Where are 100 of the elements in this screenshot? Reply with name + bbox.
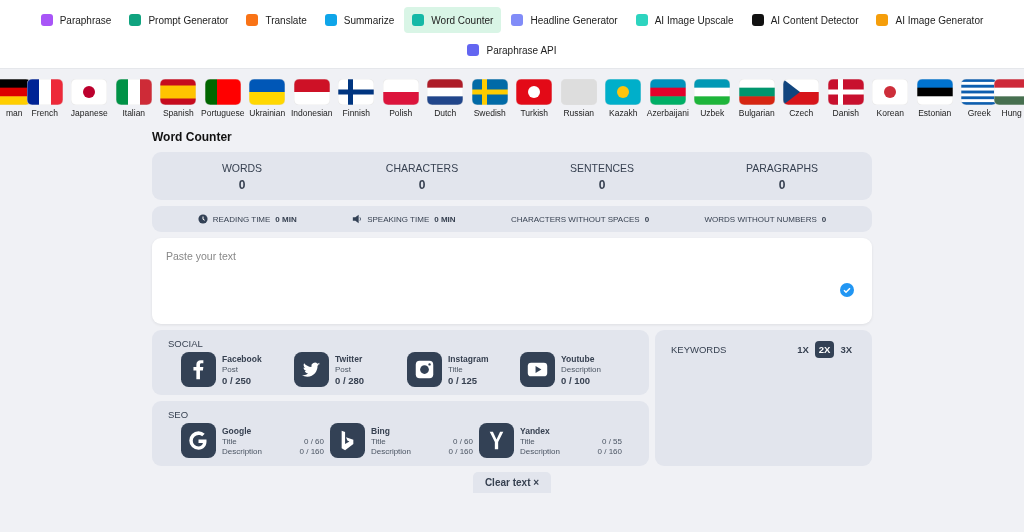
language-link[interactable]: Russian xyxy=(563,108,595,118)
language-link[interactable]: Estonian xyxy=(918,108,952,118)
language-link[interactable]: Spanish xyxy=(162,108,194,118)
language-link[interactable]: Indonesian xyxy=(290,108,333,118)
flag-icon[interactable] xyxy=(71,79,108,105)
nav-tab[interactable]: Translate xyxy=(238,7,315,33)
language-link[interactable]: Bulgarian xyxy=(738,108,775,118)
stat-value: 0 xyxy=(778,178,786,192)
field-label: Title xyxy=(520,436,535,446)
flag-icon[interactable] xyxy=(427,79,464,105)
character-count: 0 / 60 xyxy=(304,436,324,446)
language-link[interactable]: man xyxy=(5,108,23,118)
nav-tab[interactable]: AI Image Generator xyxy=(868,7,992,33)
character-count: 0 / 55 xyxy=(602,436,622,446)
nav-tab[interactable]: AI Image Upscale xyxy=(627,7,742,33)
speaker-icon xyxy=(352,214,363,224)
language-link[interactable]: Danish xyxy=(832,108,859,118)
language-link[interactable]: Czech xyxy=(789,108,814,118)
google-icon xyxy=(181,423,216,458)
language-link[interactable]: Uzbek xyxy=(700,108,725,118)
character-count: 0 / 160 xyxy=(597,446,622,456)
language-link[interactable]: Kazakh xyxy=(609,108,638,118)
flag-icon[interactable] xyxy=(0,79,31,105)
page-title: Word Counter xyxy=(152,130,233,144)
facebook-icon xyxy=(181,352,216,387)
language-link[interactable]: French xyxy=(31,108,58,118)
language-link[interactable]: Hung xyxy=(1001,108,1022,118)
field-label: Description xyxy=(371,446,411,456)
clear-text-button[interactable]: Clear text × xyxy=(472,472,552,493)
flag-icon[interactable] xyxy=(249,79,286,105)
flag-icon[interactable] xyxy=(916,79,953,105)
stat-label: SENTENCES xyxy=(569,162,635,174)
language-link[interactable]: Italian xyxy=(122,108,146,118)
field-label: Description xyxy=(222,446,262,456)
stat-label: PARAGRAPHS xyxy=(745,162,819,174)
platform-name: Instagram xyxy=(448,353,489,364)
platform-field: Title xyxy=(448,364,489,374)
language-link[interactable]: Korean xyxy=(876,108,904,118)
platform-name: Facebook xyxy=(222,353,262,364)
multiplier-toggle[interactable]: 3X xyxy=(836,341,856,358)
stat-label: WORDS xyxy=(221,162,263,174)
character-count: 0 / 160 xyxy=(448,446,473,456)
stat-value: 0 xyxy=(598,178,606,192)
twitter-icon xyxy=(294,352,329,387)
language-link[interactable]: Portuguese xyxy=(201,108,245,118)
stat-value: 0 xyxy=(418,178,426,192)
language-link[interactable]: Dutch xyxy=(434,108,457,118)
platform-field: Description xyxy=(561,364,601,374)
stat-value: 0 xyxy=(238,178,246,192)
platform-name: Twitter xyxy=(335,353,364,364)
field-label: Title xyxy=(371,436,386,446)
nav-tab[interactable]: Word Counter xyxy=(404,7,502,33)
stat-label: CHARACTERS xyxy=(385,162,459,174)
language-link[interactable]: Greek xyxy=(967,108,991,118)
platform-field: Post xyxy=(222,364,262,374)
search-engine-name: Bing xyxy=(371,425,391,436)
nav-tab[interactable]: AI Content Detector xyxy=(743,7,867,33)
language-link[interactable]: Japanese xyxy=(70,108,108,118)
language-link[interactable]: Ukrainian xyxy=(249,108,286,118)
nav-tab[interactable]: Paraphrase xyxy=(32,7,120,33)
text-area[interactable]: Paste your text xyxy=(152,238,872,324)
nav-tab[interactable]: Prompt Generator xyxy=(121,7,237,33)
character-count: 0 / 280 xyxy=(335,374,365,386)
nav-tab[interactable]: Paraphrase API xyxy=(459,37,565,63)
character-count: 0 / 250 xyxy=(222,374,253,386)
section-title: KEYWORDS xyxy=(671,344,727,355)
platform-name: Youtube xyxy=(561,353,596,364)
info-value: 0 xyxy=(821,214,827,224)
info-label: SPEAKING TIME xyxy=(367,214,430,224)
field-label: Title xyxy=(222,436,237,446)
clock-icon xyxy=(197,214,208,224)
flag-icon[interactable] xyxy=(783,79,820,105)
nav-tab[interactable]: Headline Generator xyxy=(503,7,626,33)
yandex-icon xyxy=(479,423,514,458)
flag-icon[interactable] xyxy=(204,79,241,105)
section-title: SOCIAL xyxy=(168,338,204,349)
multiplier-toggle[interactable]: 2X xyxy=(814,341,835,358)
field-label: Description xyxy=(520,446,560,456)
info-value: 0 MIN xyxy=(434,214,456,224)
language-link[interactable]: Polish xyxy=(389,108,413,118)
check-icon xyxy=(840,283,854,297)
language-link[interactable]: Swedish xyxy=(473,108,506,118)
youtube-icon xyxy=(520,352,555,387)
multiplier-toggle[interactable]: 1X xyxy=(793,341,813,358)
search-engine-name: Google xyxy=(222,425,253,436)
character-count: 0 / 125 xyxy=(448,374,479,386)
info-label: WORDS WITHOUT NUMBERS xyxy=(704,214,817,224)
info-value: 0 MIN xyxy=(275,214,297,224)
flag-icon[interactable] xyxy=(26,79,63,105)
info-label: READING TIME xyxy=(212,214,271,224)
character-count: 0 / 100 xyxy=(561,374,592,386)
platform-field: Post xyxy=(335,364,365,374)
flag-icon[interactable] xyxy=(961,79,998,105)
character-count: 0 / 60 xyxy=(453,436,473,446)
language-link[interactable]: Azerbaijani xyxy=(646,108,689,118)
nav-tab[interactable]: Summarize xyxy=(316,7,403,33)
flag-icon[interactable] xyxy=(338,79,375,105)
language-link[interactable]: Turkish xyxy=(520,108,549,118)
bing-icon xyxy=(330,423,365,458)
language-link[interactable]: Finnish xyxy=(342,108,370,118)
